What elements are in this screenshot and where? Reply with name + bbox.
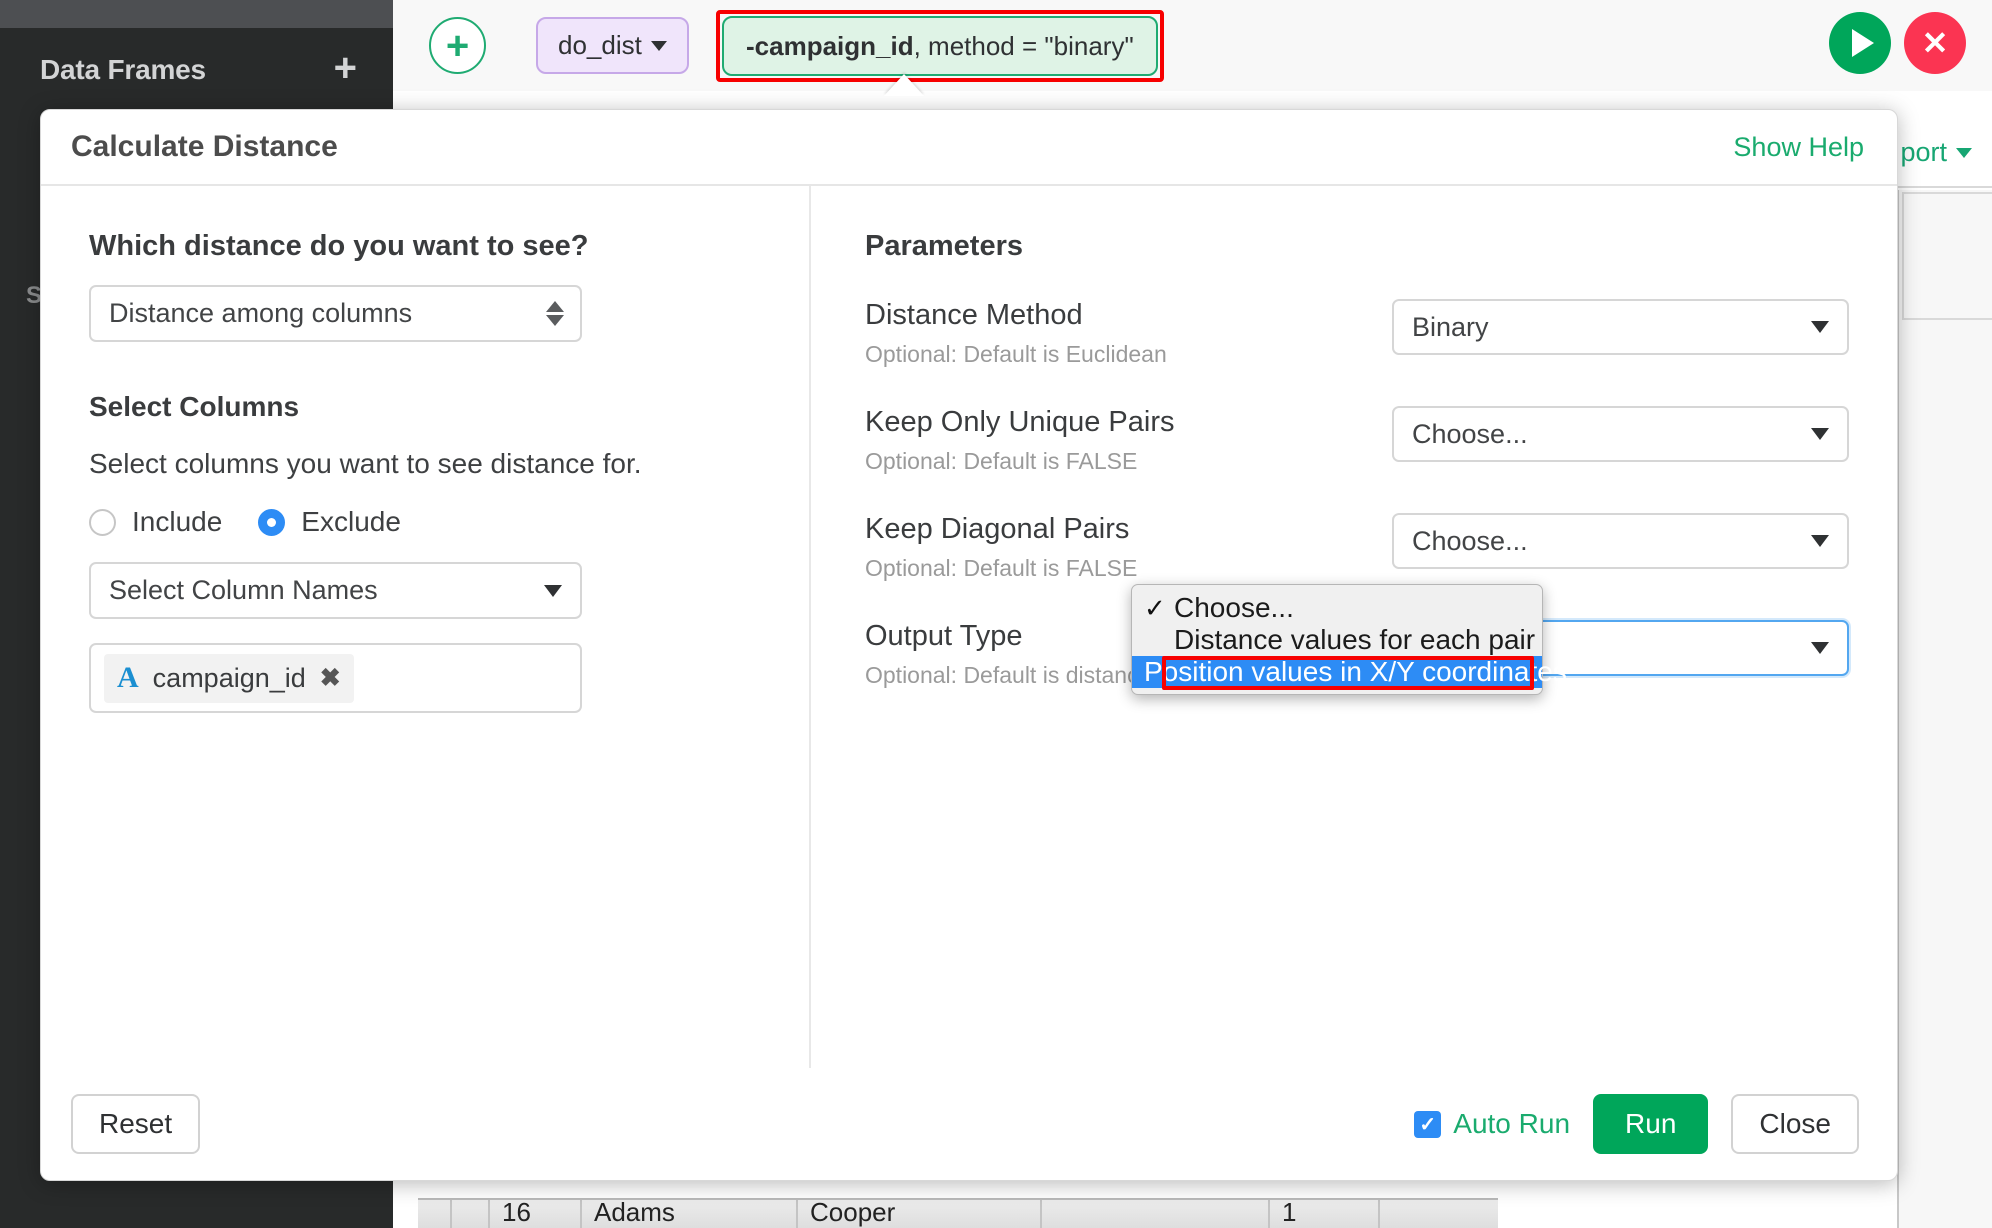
function-chip[interactable]: do_dist: [536, 17, 689, 74]
param-label: Keep Diagonal Pairs: [865, 513, 1130, 545]
add-step-button[interactable]: +: [429, 17, 486, 74]
calculate-distance-dialog: Calculate Distance Show Help Which dista…: [40, 109, 1898, 1181]
param-hint: Optional: Default is FALSE: [865, 555, 1138, 581]
table-row[interactable]: 16 Adams Cooper 1: [418, 1198, 1498, 1228]
radio-dot-selected-icon: [258, 508, 286, 536]
table-cell: Adams: [582, 1200, 798, 1228]
auto-run-label: Auto Run: [1453, 1108, 1571, 1139]
diagonal-pairs-value: Choose...: [1412, 525, 1528, 556]
select-columns-description: Select columns you want to see distance …: [89, 448, 642, 479]
sidebar-header: Data Frames +: [0, 30, 393, 110]
show-help-link[interactable]: Show Help: [1733, 132, 1864, 163]
table-cell: [418, 1200, 452, 1228]
dialog-header: Calculate Distance Show Help: [41, 110, 1897, 186]
chevron-down-icon: [650, 40, 667, 51]
args-chip-suffix: , method = "binary": [913, 30, 1134, 61]
chevron-down-icon: [1956, 147, 1972, 158]
radio-dot-icon: [89, 508, 116, 536]
modal-pointer-arrow: [884, 74, 924, 96]
table-cell: Cooper: [798, 1200, 1042, 1228]
dropdown-option-position-values[interactable]: Position values in X/Y coordinates: [1132, 656, 1567, 688]
table-cell: 16: [490, 1200, 582, 1228]
close-icon[interactable]: ✖: [320, 663, 341, 693]
close-button[interactable]: Close: [1731, 1094, 1859, 1154]
distance-question-label: Which distance do you want to see?: [89, 230, 589, 262]
dropdown-option-distance-values[interactable]: Distance values for each pair: [1132, 624, 1542, 656]
chevron-down-icon: [1811, 428, 1829, 440]
page-title: Calculate Distance: [71, 130, 338, 163]
distance-method-value: Binary: [1412, 311, 1489, 342]
diagonal-pairs-select[interactable]: Choose...: [1392, 513, 1849, 569]
distance-type-value: Distance among columns: [109, 298, 413, 328]
chevron-down-icon: [1811, 535, 1829, 547]
plus-icon[interactable]: +: [334, 48, 357, 88]
dialog-left-column: Which distance do you want to see? Dista…: [41, 186, 811, 1068]
param-label: Keep Only Unique Pairs: [865, 406, 1175, 438]
radio-exclude[interactable]: Exclude: [258, 506, 401, 538]
radio-exclude-label: Exclude: [301, 506, 401, 537]
param-diagonal-pairs: Keep Diagonal Pairs Optional: Default is…: [865, 513, 1849, 582]
include-exclude-radio-group: Include Exclude: [89, 506, 769, 538]
close-icon: ✕: [1921, 25, 1949, 61]
workspace-right-rail-card: [1902, 192, 1992, 320]
check-icon: ✓: [1144, 592, 1166, 623]
column-names-select[interactable]: Select Column Names: [89, 562, 582, 619]
chevron-down-icon: [1811, 321, 1829, 333]
dropdown-option-label: Distance values for each pair: [1174, 624, 1536, 655]
dialog-footer: Reset ✓ Auto Run Run Close: [41, 1068, 1897, 1180]
stop-button[interactable]: ✕: [1904, 12, 1966, 74]
run-button[interactable]: [1829, 12, 1891, 74]
table-cell: [1380, 1200, 1498, 1228]
column-chip[interactable]: A campaign_id ✖: [104, 653, 354, 703]
export-menu[interactable]: port: [1900, 137, 1972, 168]
parameters-heading: Parameters: [865, 230, 1023, 262]
export-menu-label: port: [1900, 137, 1947, 167]
stepper-arrows-icon: [546, 301, 564, 326]
dropdown-option-label: Position values in X/Y coordinates: [1144, 656, 1567, 687]
sidebar-title: Data Frames: [40, 54, 206, 85]
distance-method-select[interactable]: Binary: [1392, 299, 1849, 355]
window-top-strip: [0, 0, 393, 28]
param-label: Distance Method: [865, 299, 1083, 331]
param-hint: Optional: Default is FALSE: [865, 448, 1138, 474]
param-unique-pairs: Keep Only Unique Pairs Optional: Default…: [865, 406, 1849, 475]
output-type-dropdown-menu[interactable]: ✓ Choose... Distance values for each pai…: [1131, 584, 1567, 695]
plus-circle-icon: +: [445, 23, 470, 68]
column-chip-label: campaign_id: [152, 662, 306, 693]
args-chip-highlight: -campaign_id, method = "binary": [716, 10, 1164, 82]
table-cell: 1: [1270, 1200, 1380, 1228]
distance-type-select[interactable]: Distance among columns: [89, 285, 582, 342]
checkbox-checked-icon: ✓: [1414, 1110, 1442, 1138]
radio-include[interactable]: Include: [89, 506, 222, 538]
dropdown-option-label: Choose...: [1174, 592, 1294, 623]
run-button[interactable]: Run: [1593, 1094, 1709, 1154]
function-chip-label: do_dist: [558, 30, 642, 60]
reset-button[interactable]: Reset: [71, 1094, 201, 1154]
play-icon: [1852, 29, 1874, 57]
table-cell: [1042, 1200, 1270, 1228]
dialog-body: Which distance do you want to see? Dista…: [41, 186, 1897, 1068]
footer-actions: ✓ Auto Run Run Close: [1414, 1094, 1859, 1154]
workspace-right-rail: [1897, 190, 1992, 1228]
auto-run-checkbox[interactable]: ✓ Auto Run: [1414, 1108, 1570, 1140]
unique-pairs-value: Choose...: [1412, 418, 1528, 449]
args-chip[interactable]: -campaign_id, method = "binary": [722, 16, 1158, 76]
dropdown-option-choose[interactable]: ✓ Choose...: [1132, 592, 1542, 624]
args-chip-prefix: -campaign_id: [746, 30, 914, 61]
unique-pairs-select[interactable]: Choose...: [1392, 406, 1849, 462]
table-cell: [452, 1200, 490, 1228]
select-columns-heading: Select Columns: [89, 391, 300, 422]
chevron-down-icon: [1811, 642, 1829, 654]
param-distance-method: Distance Method Optional: Default is Euc…: [865, 299, 1849, 368]
chevron-down-icon: [544, 584, 562, 597]
param-hint: Optional: Default is Euclidean: [865, 341, 1167, 367]
radio-include-label: Include: [132, 506, 223, 537]
text-type-icon: A: [117, 661, 139, 694]
column-names-placeholder: Select Column Names: [109, 575, 378, 605]
selected-columns-box[interactable]: A campaign_id ✖: [89, 643, 582, 713]
